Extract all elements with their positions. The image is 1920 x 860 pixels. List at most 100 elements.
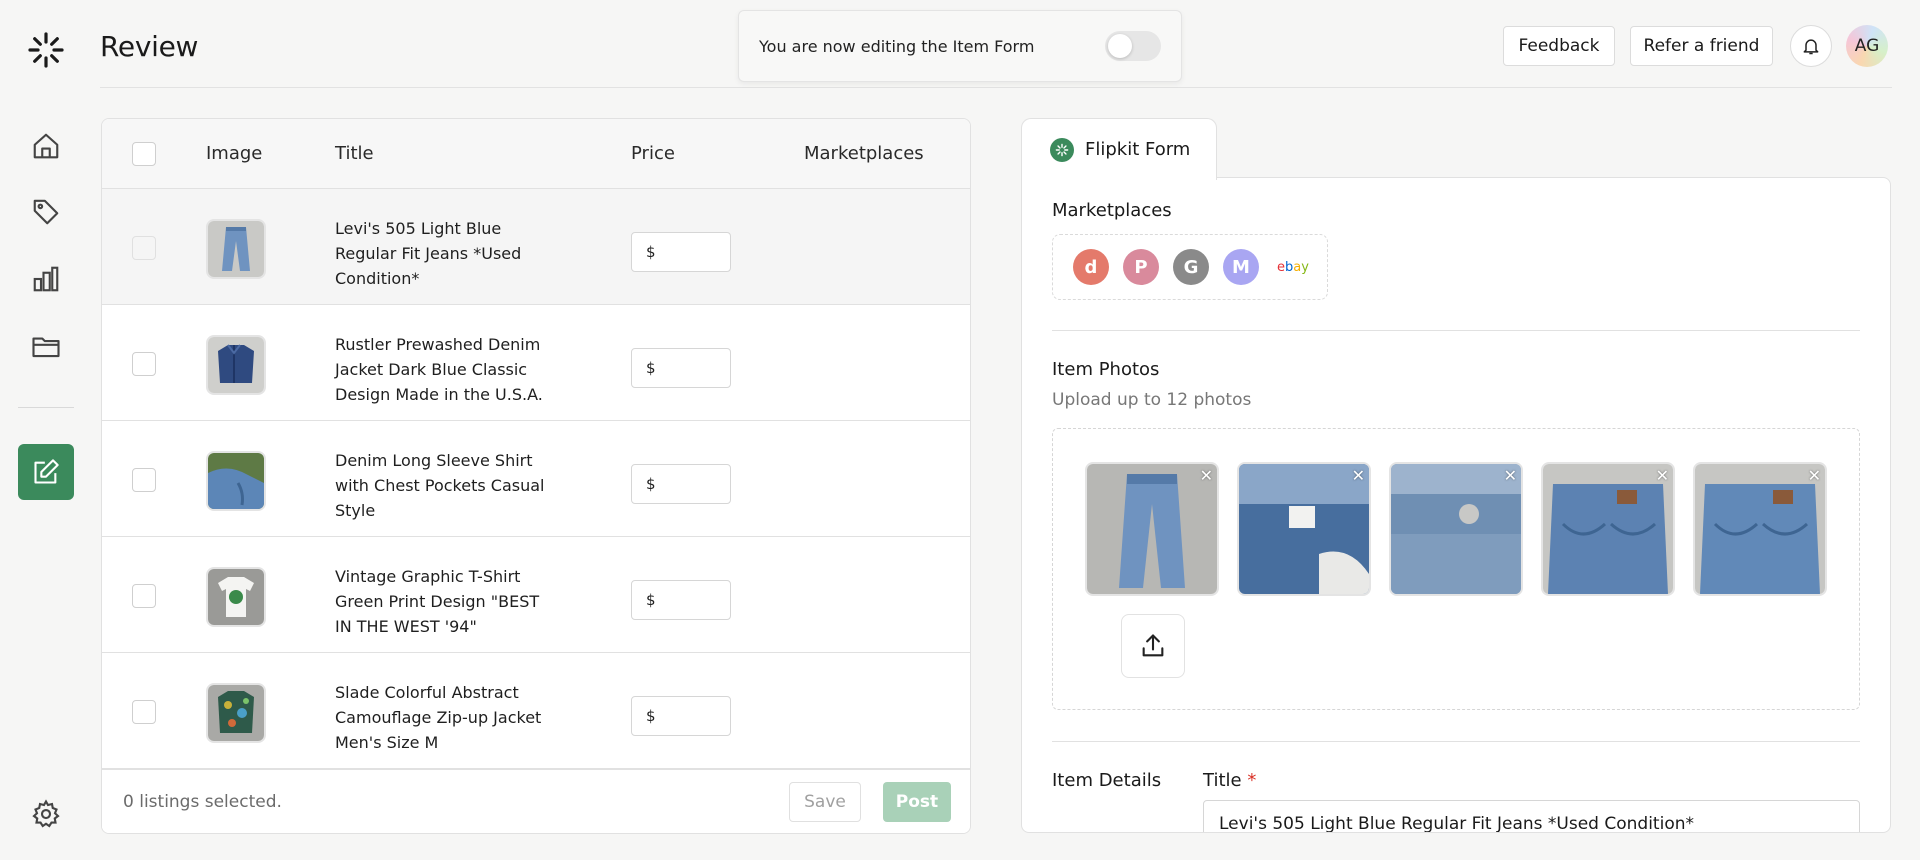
item-photo[interactable]: ✕ (1237, 462, 1371, 596)
tab-label: Flipkit Form (1085, 139, 1191, 160)
item-photo[interactable]: ✕ (1085, 462, 1219, 596)
post-button[interactable]: Post (883, 782, 951, 822)
ebay-logo-e: e (1277, 259, 1286, 275)
ebay-logo-y: y (1301, 259, 1309, 275)
poshmark-icon[interactable]: P (1123, 249, 1159, 285)
section-divider (1052, 741, 1860, 742)
table-row[interactable]: Levi's 505 Light Blue Regular Fit Jeans … (102, 189, 970, 305)
mercari-glyph: M (1232, 256, 1250, 278)
sidebar (0, 0, 92, 860)
row-checkbox[interactable] (132, 700, 156, 724)
depop-icon[interactable]: d (1073, 249, 1109, 285)
table-row[interactable]: Slade Colorful Abstract Camouflage Zip-u… (102, 653, 970, 769)
row-checkbox[interactable] (132, 352, 156, 376)
price-input[interactable]: $ (631, 696, 731, 736)
column-header-price: Price (631, 143, 675, 164)
currency-symbol: $ (646, 591, 656, 609)
item-title: Denim Long Sleeve Shirt with Chest Pocke… (335, 451, 545, 520)
column-header-title: Title (335, 143, 374, 164)
home-icon[interactable] (30, 130, 62, 162)
ebay-logo-a: a (1293, 259, 1302, 275)
select-all-checkbox[interactable] (132, 142, 156, 166)
currency-symbol: $ (646, 475, 656, 493)
item-form: Marketplaces d P G M ebay Item Photos Up… (1021, 177, 1891, 833)
remove-photo-icon[interactable]: ✕ (1808, 466, 1821, 485)
sidebar-divider (18, 407, 74, 408)
bell-icon[interactable] (1790, 25, 1832, 67)
refer-friend-button[interactable]: Refer a friend (1630, 26, 1773, 66)
folder-icon[interactable] (30, 330, 62, 362)
tab-flipkit-form[interactable]: Flipkit Form (1021, 118, 1217, 180)
title-field-label: Title * (1203, 770, 1256, 791)
table-row[interactable]: Denim Long Sleeve Shirt with Chest Pocke… (102, 421, 970, 537)
edit-icon[interactable] (18, 444, 74, 500)
edit-mode-toggle[interactable] (1105, 31, 1161, 61)
currency-symbol: $ (646, 707, 656, 725)
table-body: Levi's 505 Light Blue Regular Fit Jeans … (102, 189, 970, 769)
avatar[interactable]: AG (1846, 25, 1888, 67)
header-divider (100, 87, 1892, 88)
feedback-button[interactable]: Feedback (1503, 26, 1615, 66)
marketplaces-label: Marketplaces (1052, 200, 1172, 221)
remove-photo-icon[interactable]: ✕ (1200, 466, 1213, 485)
item-photo[interactable]: ✕ (1541, 462, 1675, 596)
price-input[interactable]: $ (631, 348, 731, 388)
item-title: Slade Colorful Abstract Camouflage Zip-u… (335, 683, 542, 752)
marketplace-selector: d P G M ebay (1052, 234, 1328, 300)
page-title: Review (100, 30, 199, 63)
gear-icon[interactable] (30, 798, 62, 830)
item-thumbnail (206, 567, 266, 627)
item-title: Levi's 505 Light Blue Regular Fit Jeans … (335, 219, 522, 288)
title-label-text: Title (1203, 770, 1242, 791)
item-details-label: Item Details (1052, 770, 1162, 791)
bar-chart-icon[interactable] (30, 263, 62, 295)
upload-icon (1142, 634, 1164, 657)
price-input[interactable]: $ (631, 464, 731, 504)
item-title: Rustler Prewashed Denim Jacket Dark Blue… (335, 335, 543, 404)
table-header: Image Title Price Marketplaces (102, 119, 970, 189)
save-button[interactable]: Save (789, 782, 861, 822)
item-title: Vintage Graphic T-Shirt Green Print Desi… (335, 567, 540, 636)
item-thumbnail (206, 451, 266, 511)
ebay-icon[interactable]: ebay (1273, 249, 1313, 285)
currency-symbol: $ (646, 243, 656, 261)
currency-symbol: $ (646, 359, 656, 377)
mercari-icon[interactable]: M (1223, 249, 1259, 285)
selected-count: 0 listings selected. (123, 792, 282, 812)
poshmark-glyph: P (1134, 256, 1148, 278)
row-checkbox[interactable] (132, 468, 156, 492)
edit-banner-text: You are now editing the Item Form (759, 36, 1035, 56)
upload-photo-button[interactable] (1121, 614, 1185, 678)
remove-photo-icon[interactable]: ✕ (1504, 466, 1517, 485)
remove-photo-icon[interactable]: ✕ (1352, 466, 1365, 485)
section-divider (1052, 330, 1860, 331)
ebay-logo-b: b (1285, 259, 1294, 275)
item-thumbnail (206, 335, 266, 395)
flipkit-logo-icon[interactable] (26, 30, 66, 70)
price-input[interactable]: $ (631, 580, 731, 620)
item-photo[interactable]: ✕ (1389, 462, 1523, 596)
grailed-glyph: G (1183, 256, 1199, 278)
photo-upload-area[interactable]: ✕ ✕ ✕ ✕ ✕ (1052, 428, 1860, 710)
item-photos-label: Item Photos (1052, 359, 1160, 380)
grailed-icon[interactable]: G (1173, 249, 1209, 285)
flipkit-form-icon (1050, 137, 1074, 162)
row-checkbox[interactable] (132, 236, 156, 260)
column-header-marketplaces: Marketplaces (804, 143, 924, 164)
item-thumbnail (206, 683, 266, 743)
toggle-knob (1108, 34, 1132, 58)
tag-icon[interactable] (30, 196, 62, 228)
price-input[interactable]: $ (631, 232, 731, 272)
required-mark: * (1247, 770, 1257, 791)
depop-glyph: d (1084, 256, 1098, 278)
item-thumbnail (206, 219, 266, 279)
row-checkbox[interactable] (132, 584, 156, 608)
remove-photo-icon[interactable]: ✕ (1656, 466, 1669, 485)
column-header-image: Image (206, 143, 263, 164)
table-row[interactable]: Rustler Prewashed Denim Jacket Dark Blue… (102, 305, 970, 421)
table-row[interactable]: Vintage Graphic T-Shirt Green Print Desi… (102, 537, 970, 653)
title-input[interactable]: Levi's 505 Light Blue Regular Fit Jeans … (1203, 800, 1860, 832)
edit-mode-banner: You are now editing the Item Form (738, 10, 1182, 82)
table-footer: 0 listings selected. Save Post (102, 769, 970, 833)
item-photo[interactable]: ✕ (1693, 462, 1827, 596)
